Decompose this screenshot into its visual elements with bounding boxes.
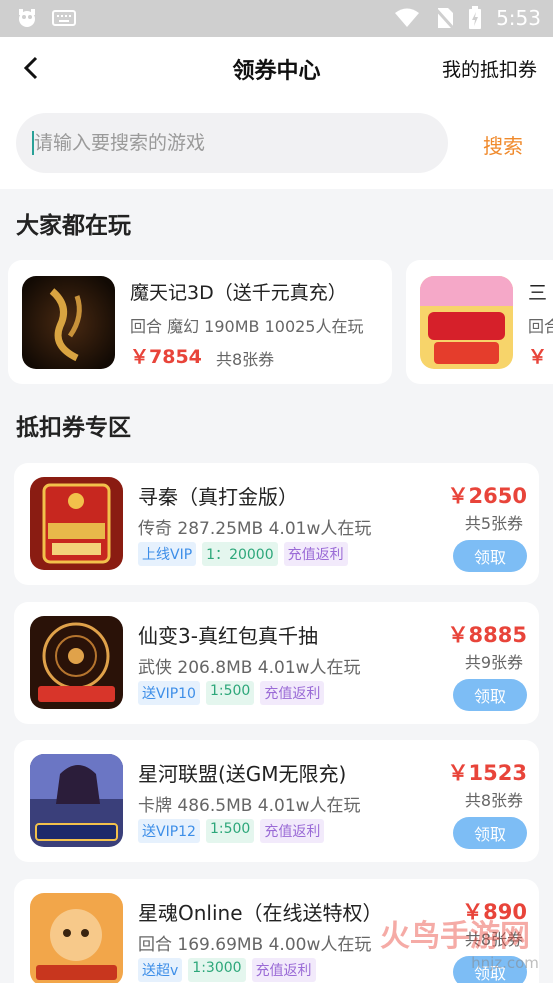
header: 领券中心 我的抵扣券 [0,37,553,99]
coupon-count: 共8张券 [464,791,523,810]
coupon-value: ￥ [528,346,548,368]
game-meta: 卡牌 486.5MB 4.01w人在玩 [138,796,361,816]
game-meta: 回合 169.69MB 4.00w人在玩 [138,935,372,955]
keyboard-icon [52,10,76,26]
game-icon [22,276,115,369]
popular-card[interactable]: 三 回合 ￥ [406,260,553,384]
game-icon [30,616,123,709]
search-row: 搜索 [0,99,553,189]
tag-list: 送VIP12 1:500 充值返利 [138,819,325,843]
status-bar: 5:53 [0,0,553,37]
game-name: 三 [528,282,548,304]
wifi-icon [395,8,420,27]
game-name: 魔天记3D（送千元真充） [130,282,347,304]
tag-ratio: 1:500 [205,681,255,705]
game-icon [30,893,123,983]
status-time: 5:53 [496,6,541,30]
tag-ratio: 1：20000 [202,542,278,566]
tag-ratio: 1:3000 [188,958,246,982]
game-icon [30,754,123,847]
tag-vip: 上线VIP [138,542,197,566]
popular-card[interactable]: 魔天记3D（送千元真充） 回合 魔幻 190MB 10025人在玩 ￥7854 … [8,260,392,384]
tag-rebate: 充值返利 [260,681,325,705]
tag-list: 送超v 1:3000 充值返利 [138,958,316,982]
tag-ratio: 1:500 [205,819,255,843]
watermark-logo: 火鸟手游网 hnjz.com [365,912,545,972]
svg-text:hnjz.com: hnjz.com [471,954,539,972]
tag-vip: 送超v [138,958,183,982]
coupon-card[interactable]: 星河联盟(送GM无限充) 卡牌 486.5MB 4.01w人在玩 送VIP12 … [14,740,539,862]
coupon-count: 共9张券 [464,653,523,672]
claim-button[interactable]: 领取 [453,817,527,849]
game-meta: 回合 魔幻 190MB 10025人在玩 [130,317,364,336]
game-name: 仙变3-真红包真千抽 [138,624,318,648]
app-notification-icon [19,9,35,27]
game-meta: 武侠 206.8MB 4.01w人在玩 [138,658,361,678]
coupon-value: ￥2650 [447,484,527,508]
coupon-value: ￥7854 [130,346,202,368]
tag-vip: 送VIP10 [138,681,200,705]
coupon-value: ￥1523 [447,761,527,785]
search-input[interactable] [34,113,434,173]
chevron-left-icon [23,56,38,80]
popular-section-title: 大家都在玩 [16,213,131,239]
game-name: 寻秦（真打金版） [138,485,298,509]
tag-rebate: 充值返利 [251,958,316,982]
tag-vip: 送VIP12 [138,819,200,843]
tag-list: 送VIP10 1:500 充值返利 [138,681,325,705]
coupon-section-title: 抵扣券专区 [16,415,131,441]
tag-list: 上线VIP 1：20000 充值返利 [138,542,348,566]
no-sim-icon [434,7,455,29]
claim-button[interactable]: 领取 [453,540,527,572]
coupon-count: 共8张券 [216,350,275,369]
tag-rebate: 充值返利 [260,819,325,843]
popular-carousel[interactable]: 魔天记3D（送千元真充） 回合 魔幻 190MB 10025人在玩 ￥7854 … [0,260,553,384]
coupon-card[interactable]: 寻秦（真打金版） 传奇 287.25MB 4.01w人在玩 上线VIP 1：20… [14,463,539,585]
game-meta: 传奇 287.25MB 4.01w人在玩 [138,519,372,539]
tag-rebate: 充值返利 [283,542,348,566]
game-icon [420,276,513,369]
coupon-count: 共5张券 [464,514,523,533]
game-icon [30,477,123,570]
coupon-card[interactable]: 仙变3-真红包真千抽 武侠 206.8MB 4.01w人在玩 送VIP10 1:… [14,602,539,724]
game-name: 星河联盟(送GM无限充) [138,762,347,786]
svg-text:火鸟手游网: 火鸟手游网 [380,919,530,954]
search-button[interactable]: 搜索 [483,130,523,159]
game-name: 星魂Online（在线送特权） [138,901,383,925]
search-box [16,113,448,173]
battery-charging-icon [469,6,482,29]
back-button[interactable] [14,51,48,85]
coupon-value: ￥8885 [447,623,527,647]
claim-button[interactable]: 领取 [453,679,527,711]
game-meta: 回合 [528,317,553,336]
my-coupons-link[interactable]: 我的抵扣券 [442,55,537,82]
